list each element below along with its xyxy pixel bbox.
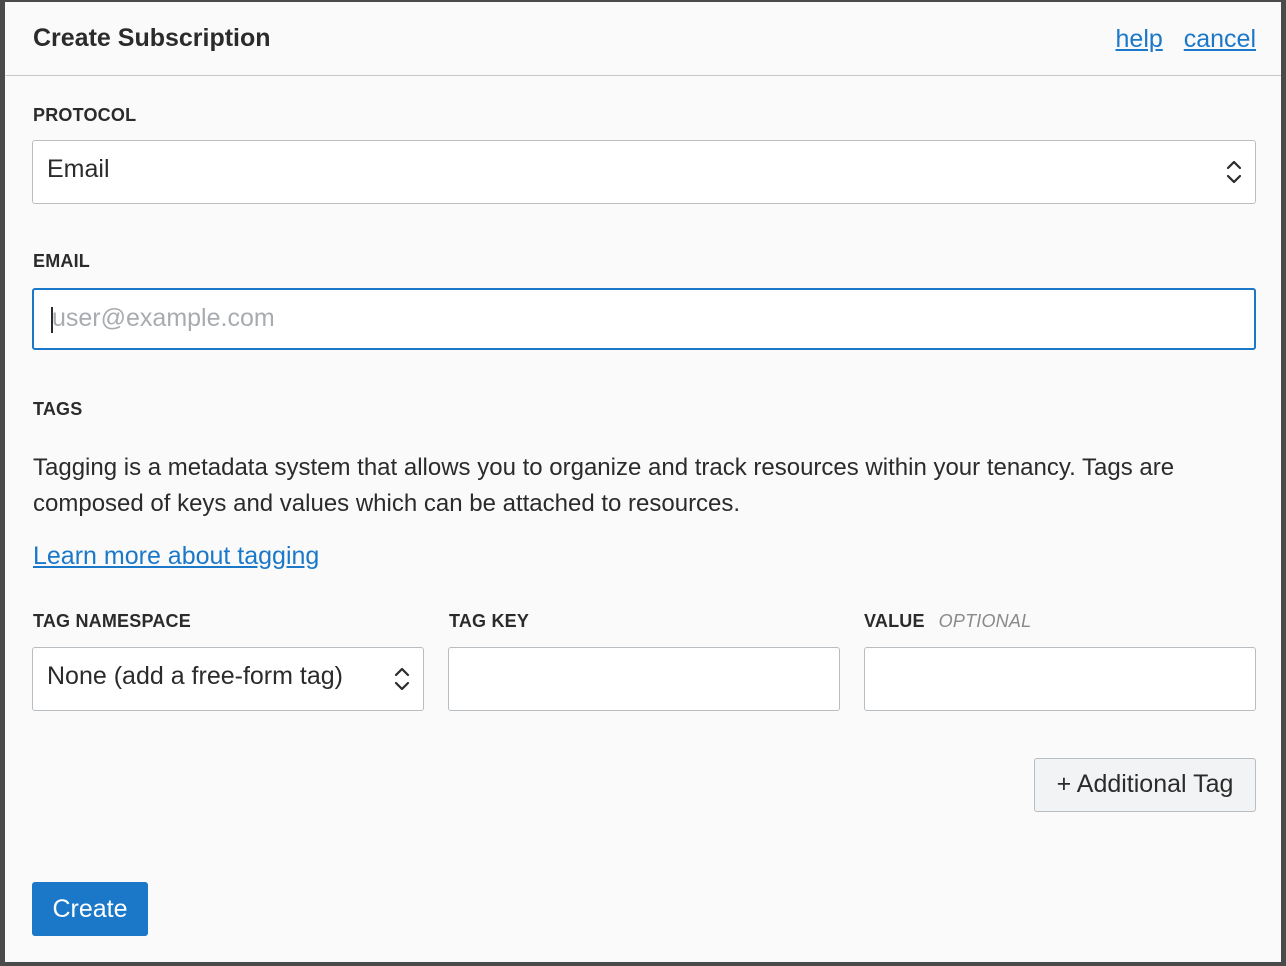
email-field[interactable] [32,288,1256,350]
additional-tag-button[interactable]: + Additional Tag [1034,758,1256,812]
dialog-title: Create Subscription [33,24,271,52]
optional-hint: OPTIONAL [938,611,1032,631]
tags-description: Tagging is a metadata system that allows… [33,454,1175,517]
protocol-selected-value: Email [47,155,110,183]
select-chevrons-icon [394,667,410,691]
tag-value-label-text: VALUE [864,611,925,631]
help-link[interactable]: help [1116,25,1163,53]
create-button[interactable]: Create [32,882,148,936]
tag-namespace-label: TAG NAMESPACE [33,611,191,631]
tag-value-label: VALUE OPTIONAL [864,611,1031,632]
email-input[interactable] [52,290,1232,346]
cancel-link[interactable]: cancel [1184,25,1256,53]
tag-value-input[interactable] [864,647,1256,711]
create-subscription-dialog: Create Subscription help cancel PROTOCOL… [5,2,1281,962]
tags-label: TAGS [33,399,83,419]
select-chevrons-icon [1226,160,1242,184]
tag-namespace-selected-value: None (add a free-form tag) [47,662,343,690]
learn-more-tagging-link[interactable]: Learn more about tagging [33,542,319,571]
tag-key-input[interactable] [448,647,840,711]
dialog-header: Create Subscription help cancel [5,2,1281,76]
email-label: EMAIL [33,251,90,271]
protocol-select[interactable]: Email [32,140,1256,204]
tag-namespace-select[interactable]: None (add a free-form tag) [32,647,424,711]
text-caret [51,307,53,333]
protocol-label: PROTOCOL [33,105,137,125]
tag-key-label: TAG KEY [449,611,530,631]
header-links: help cancel [1102,25,1256,54]
